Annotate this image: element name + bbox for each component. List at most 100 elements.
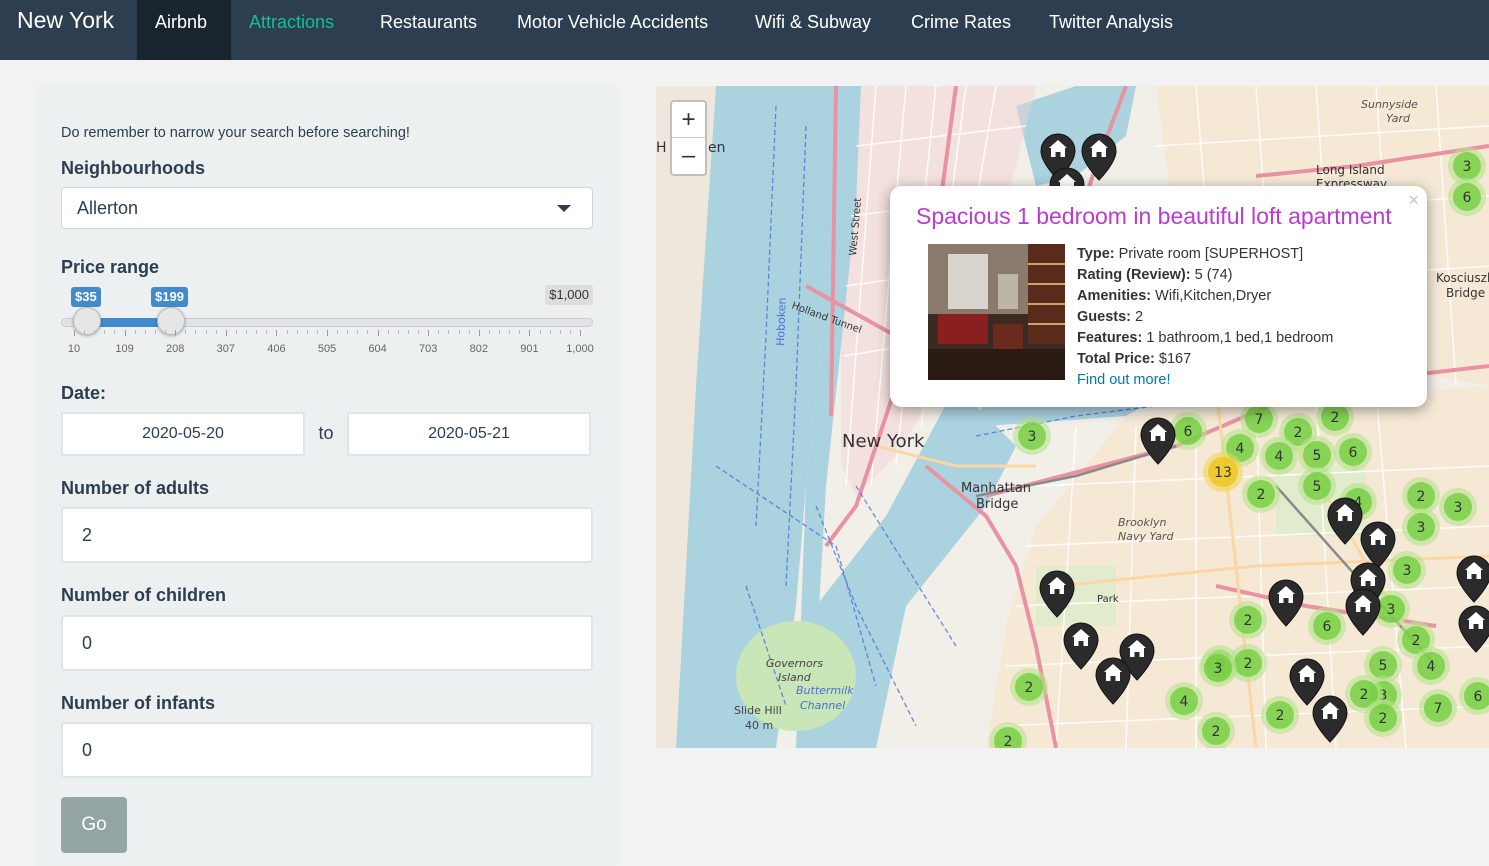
slider-minor-tick	[519, 330, 521, 334]
adults-input[interactable]: 2	[61, 507, 593, 563]
nav-airbnb[interactable]: Airbnb	[137, 0, 231, 60]
map[interactable]: New York Manhattan Bridge Brooklyn Navy Ya…	[656, 86, 1489, 748]
nav-wifi-subway[interactable]: Wifi & Subway	[737, 0, 889, 60]
slider-minor-tick	[154, 330, 156, 334]
cluster-count: 2	[1244, 613, 1253, 629]
cluster-count: 2	[1331, 410, 1340, 426]
slider-tick-label: 901	[520, 343, 539, 355]
slider-minor-tick	[205, 330, 207, 334]
listing-popup: × Spacious 1 bedroom in beautiful loft a…	[890, 186, 1427, 407]
slider-major-tick	[175, 330, 177, 336]
neighbourhoods-label: Neighbourhoods	[61, 158, 205, 178]
slider-minor-tick	[94, 330, 96, 334]
slider-minor-tick	[306, 330, 308, 334]
slider-minor-tick	[114, 330, 116, 334]
slider-minor-tick	[347, 330, 349, 334]
cluster-count: 5	[1379, 658, 1388, 674]
date-start-input[interactable]: 2020-05-20	[61, 412, 305, 456]
slider-minor-tick	[488, 330, 490, 334]
cluster-count: 2	[1294, 425, 1303, 441]
slider-minor-tick	[104, 330, 106, 334]
slider-major-tick	[428, 330, 430, 336]
price-range-slider[interactable]: $35 $199 $1,000 10 109 208 307 406 505 604 703 8…	[61, 285, 594, 355]
slider-minor-tick	[468, 330, 470, 334]
slider-minor-tick	[559, 330, 561, 334]
cluster-count: 2	[1417, 489, 1426, 505]
cluster-count: 2	[1212, 724, 1221, 740]
slider-handle-to[interactable]	[156, 307, 185, 335]
slider-minor-tick	[215, 330, 217, 334]
slider-major-tick	[478, 330, 480, 336]
nav-motor-vehicle-accidents[interactable]: Motor Vehicle Accidents	[499, 0, 726, 60]
nav-restaurants[interactable]: Restaurants	[362, 0, 495, 60]
cluster-count: 6	[1463, 190, 1472, 206]
cluster-count: 2	[1379, 711, 1388, 727]
neighbourhoods-value: Allerton	[77, 198, 139, 218]
amenities-value: Wifi,Kitchen,Dryer	[1155, 288, 1272, 304]
slider-minor-tick	[357, 330, 359, 334]
slider-minor-tick	[539, 330, 541, 334]
type-key: Type:	[1077, 246, 1115, 262]
nav-crime-rates[interactable]: Crime Rates	[893, 0, 1029, 60]
slider-minor-tick	[448, 330, 450, 334]
map-label-new-york: New York	[842, 431, 925, 452]
cluster-count: 3	[1028, 429, 1037, 445]
slider-major-tick	[124, 330, 126, 336]
slider-minor-tick	[256, 330, 258, 334]
listing-photo	[928, 244, 1065, 380]
slider-minor-tick	[458, 330, 460, 334]
total-price-value: $167	[1158, 351, 1192, 367]
slider-minor-tick	[195, 330, 197, 334]
cluster-count: 7	[1255, 412, 1264, 428]
rating-key: Rating (Review):	[1077, 267, 1191, 283]
slider-minor-tick	[266, 330, 268, 334]
features-value: 1 bathroom,1 bed,1 bedroom	[1146, 330, 1334, 346]
close-icon[interactable]: ×	[1408, 190, 1419, 211]
children-label: Number of children	[61, 585, 227, 605]
price-to-tag: $199	[151, 287, 188, 307]
find-out-more-link[interactable]: Find out more!	[1077, 372, 1171, 388]
slider-tick-label: 406	[267, 343, 286, 355]
cluster-count: 3	[1463, 159, 1472, 175]
slider-minor-tick	[316, 330, 318, 334]
price-max-tag: $1,000	[545, 285, 593, 305]
popup-title: Spacious 1 bedroom in beautiful loft apa…	[916, 203, 1392, 229]
zoom-in-button[interactable]: +	[672, 102, 705, 138]
map-label-brooklyn-navy-yard: Brooklyn Navy Yard	[1118, 516, 1174, 543]
infants-label: Number of infants	[61, 693, 216, 713]
map-label-park: Park	[1097, 594, 1119, 605]
neighbourhoods-select[interactable]: Allerton	[61, 187, 593, 229]
slider-minor-tick	[185, 330, 187, 334]
cluster-count: 2	[1257, 487, 1266, 503]
map-label-hoboken-nj-end: en	[708, 140, 726, 156]
slider-minor-tick	[337, 330, 339, 334]
slider-tick-label: 208	[166, 343, 185, 355]
go-button[interactable]: Go	[61, 797, 127, 853]
slider-minor-tick	[134, 330, 136, 334]
date-end-input[interactable]: 2020-05-21	[347, 412, 591, 456]
zoom-out-button[interactable]: –	[672, 138, 705, 174]
cluster-count: 4	[1275, 449, 1284, 465]
slider-tick-label: 604	[368, 343, 387, 355]
cluster-count: 2	[1360, 687, 1369, 703]
chevron-down-icon	[557, 205, 571, 212]
guests-key: Guests:	[1077, 309, 1131, 325]
slider-handle-from[interactable]	[72, 307, 101, 335]
children-input[interactable]: 0	[61, 615, 593, 671]
slider-tick-label: 10	[67, 343, 81, 355]
slider-minor-tick	[165, 330, 167, 334]
infants-input[interactable]: 0	[61, 722, 593, 778]
features-key: Features:	[1077, 330, 1143, 346]
cluster-count: 3	[1417, 520, 1426, 536]
slider-minor-tick	[387, 330, 389, 334]
nav-attractions[interactable]: Attractions	[231, 0, 352, 60]
nav-twitter-analysis[interactable]: Twitter Analysis	[1031, 0, 1191, 60]
slider-minor-tick	[367, 330, 369, 334]
date-label: Date:	[61, 383, 107, 403]
slider-minor-tick	[286, 330, 288, 334]
brand[interactable]: New York	[17, 7, 114, 34]
cluster-count: 2	[1412, 633, 1421, 649]
date-separator: to	[305, 412, 347, 456]
rating-value: 5 (74)	[1194, 267, 1233, 283]
cluster-count: 4	[1427, 659, 1436, 675]
